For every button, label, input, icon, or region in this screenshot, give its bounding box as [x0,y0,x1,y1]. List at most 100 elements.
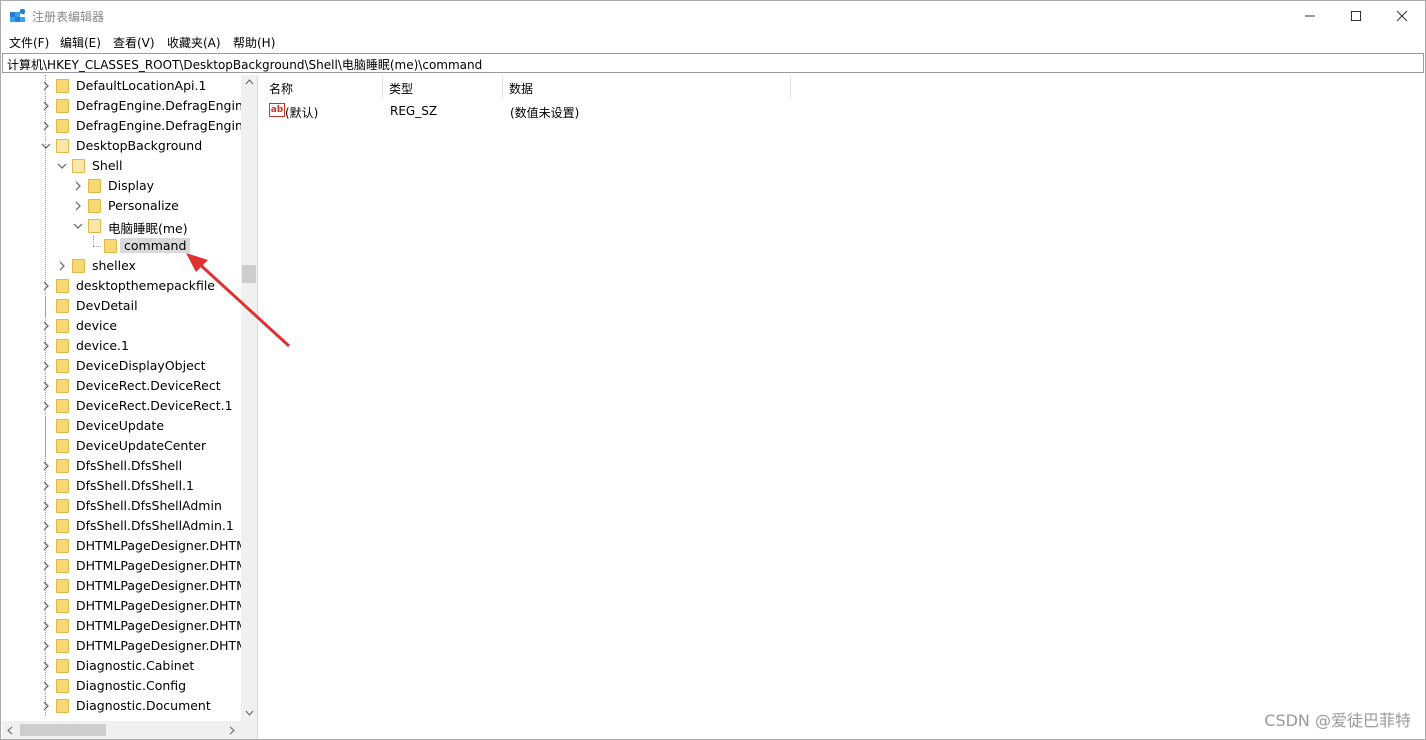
scroll-up-icon[interactable] [245,78,254,87]
menu-bar: 文件(F) 编辑(E) 查看(V) 收藏夹(A) 帮助(H) [1,31,1425,51]
tree-item-label: device [76,318,118,333]
scroll-down-icon[interactable] [245,708,254,717]
tree-item[interactable]: Personalize [2,196,242,216]
menu-view[interactable]: 查看(V) [113,34,155,51]
scroll-right-icon[interactable] [227,726,236,735]
folder-icon [56,79,69,93]
tree-item-label: DeviceUpdateCenter [76,438,207,453]
tree-item[interactable]: Diagnostic.Document [2,696,242,716]
chevron-right-icon[interactable] [41,361,51,371]
tree-connector-line [45,296,46,316]
title-bar[interactable]: 注册表编辑器 [1,1,1425,31]
chevron-right-icon[interactable] [41,81,51,91]
close-button[interactable] [1379,1,1425,31]
folder-icon [56,279,69,293]
tree-item[interactable]: DHTMLPageDesigner.DHTM [2,596,247,616]
chevron-down-icon[interactable] [41,141,51,151]
tree-item[interactable]: DfsShell.DfsShellAdmin [2,496,242,516]
chevron-right-icon[interactable] [73,201,83,211]
tree-item[interactable]: DefaultLocationApi.1 [2,76,242,96]
column-header-type[interactable]: 类型 [383,75,503,99]
tree-item[interactable]: DHTMLPageDesigner.DHTM [2,536,247,556]
tree-item[interactable]: DHTMLPageDesigner.DHTM [2,576,247,596]
chevron-right-icon[interactable] [41,381,51,391]
tree-item[interactable]: Diagnostic.Config [2,676,242,696]
chevron-right-icon[interactable] [41,661,51,671]
column-header-data[interactable]: 数据 [503,75,791,99]
key-tree[interactable]: DefaultLocationApi.1 DefragEngine.DefragE… [2,75,258,739]
chevron-right-icon[interactable] [41,701,51,711]
maximize-button[interactable] [1333,1,1379,31]
tree-item[interactable]: Diagnostic.Cabinet [2,656,242,676]
folder-icon [88,179,101,193]
tree-horizontal-scrollbar[interactable] [2,721,257,739]
chevron-right-icon[interactable] [73,181,83,191]
tree-item[interactable]: DHTMLPageDesigner.DHTM [2,616,247,636]
chevron-right-icon[interactable] [41,581,51,591]
chevron-right-icon[interactable] [57,261,67,271]
tree-item[interactable]: DeviceUpdate [2,416,242,436]
tree-item[interactable]: DfsShell.DfsShell.1 [2,476,242,496]
tree-horizontal-scroll-thumb[interactable] [20,724,106,736]
minimize-button[interactable] [1287,1,1333,31]
minimize-icon [1305,15,1315,17]
chevron-right-icon[interactable] [41,521,51,531]
menu-file[interactable]: 文件(F) [9,34,49,51]
chevron-right-icon[interactable] [41,341,51,351]
tree-vertical-scrollbar[interactable] [241,75,257,721]
chevron-down-icon[interactable] [73,221,83,231]
tree-item-label: DfsShell.DfsShellAdmin [76,498,222,513]
folder-icon [56,499,69,513]
tree-item[interactable]: DeviceDisplayObject [2,356,242,376]
tree-item-label: Shell [92,158,123,173]
tree-item-label: DfsShell.DfsShell [76,458,183,473]
chevron-right-icon[interactable] [41,501,51,511]
tree-item[interactable]: DHTMLPageDesigner.DHTM [2,636,247,656]
chevron-right-icon[interactable] [41,461,51,471]
chevron-right-icon[interactable] [41,621,51,631]
tree-item[interactable]: DfsShell.DfsShell [2,456,242,476]
folder-icon [56,399,69,413]
tree-item[interactable]: DesktopBackground [2,136,242,156]
tree-item[interactable]: Display [2,176,242,196]
tree-item[interactable]: DeviceRect.DeviceRect.1 [2,396,242,416]
chevron-right-icon[interactable] [41,121,51,131]
chevron-right-icon[interactable] [41,601,51,611]
tree-item[interactable]: DefragEngine.DefragEngine. [2,116,255,136]
chevron-right-icon[interactable] [41,641,51,651]
folder-icon [56,559,69,573]
tree-item[interactable]: DHTMLPageDesigner.DHTM [2,556,247,576]
tree-item[interactable]: DefragEngine.DefragEngine [2,96,251,116]
menu-edit[interactable]: 编辑(E) [60,34,101,51]
tree-connector-line [45,416,46,436]
chevron-right-icon[interactable] [41,561,51,571]
tree-item-label: Personalize [108,198,179,213]
column-header-name[interactable]: 名称 [263,75,383,99]
tree-item[interactable]: 电脑睡眠(me) [2,216,242,236]
folder-icon [56,299,69,313]
tree-item[interactable]: DeviceUpdateCenter [2,436,242,456]
close-icon [1396,10,1408,22]
tree-item-label: DefragEngine.DefragEngine [76,98,251,113]
folder-icon [56,639,69,653]
tree-item[interactable]: DeviceRect.DeviceRect [2,376,242,396]
chevron-right-icon[interactable] [41,281,51,291]
tree-item-label: 电脑睡眠(me) [108,221,188,236]
chevron-right-icon[interactable] [41,681,51,691]
chevron-right-icon[interactable] [41,541,51,551]
chevron-right-icon[interactable] [41,101,51,111]
folder-icon [104,239,117,253]
scroll-left-icon[interactable] [6,726,15,735]
folder-icon [56,579,69,593]
tree-item[interactable]: DfsShell.DfsShellAdmin.1 [2,516,242,536]
chevron-right-icon[interactable] [41,401,51,411]
address-bar[interactable]: 计算机\HKEY_CLASSES_ROOT\DesktopBackground\… [2,53,1424,73]
chevron-right-icon[interactable] [41,481,51,491]
tree-item-label: Display [108,178,155,193]
chevron-down-icon[interactable] [57,161,67,171]
tree-item[interactable]: Shell [2,156,242,176]
values-list[interactable]: 名称 类型 数据 ab (默认) REG_SZ (数值未设置) [263,75,1425,739]
chevron-right-icon[interactable] [41,321,51,331]
menu-favorites[interactable]: 收藏夹(A) [167,34,221,51]
menu-help[interactable]: 帮助(H) [233,34,275,51]
